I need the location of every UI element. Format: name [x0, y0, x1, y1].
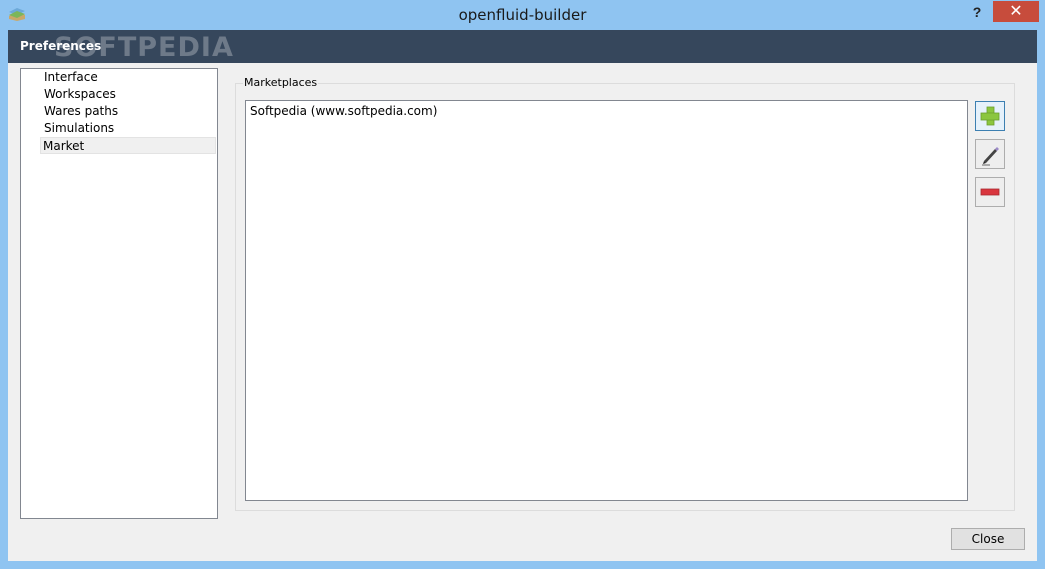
marketplaces-list[interactable]: Softpedia (www.softpedia.com): [245, 100, 968, 501]
window-title: openfluid-builder: [458, 6, 587, 24]
pencil-icon: [982, 147, 999, 166]
edit-marketplace-button[interactable]: [975, 139, 1005, 169]
page-title: Preferences: [20, 39, 102, 53]
minus-icon: [980, 188, 1000, 196]
nav-item-workspaces[interactable]: Workspaces: [42, 86, 218, 103]
help-button[interactable]: ?: [966, 4, 988, 22]
preferences-nav-list[interactable]: Interface Workspaces Wares paths Simulat…: [20, 68, 218, 519]
close-button[interactable]: Close: [951, 528, 1025, 550]
nav-item-interface[interactable]: Interface: [42, 69, 218, 86]
marketplaces-group-label: Marketplaces: [243, 76, 319, 89]
plus-icon: [980, 106, 1000, 126]
remove-marketplace-button[interactable]: [975, 177, 1005, 207]
list-item[interactable]: Softpedia (www.softpedia.com): [250, 104, 437, 118]
nav-item-wares-paths[interactable]: Wares paths: [42, 103, 218, 120]
nav-item-market[interactable]: Market: [40, 137, 216, 154]
preferences-dialog: SOFTPEDIA Preferences Interface Workspac…: [8, 30, 1037, 561]
preferences-header: SOFTPEDIA Preferences: [8, 30, 1037, 63]
nav-item-simulations[interactable]: Simulations: [42, 120, 218, 137]
window-close-button[interactable]: ✕: [993, 1, 1039, 22]
window-frame: openfluid-builder ? ✕ SOFTPEDIA Preferen…: [0, 0, 1045, 569]
title-bar[interactable]: openfluid-builder ? ✕: [0, 0, 1045, 30]
add-marketplace-button[interactable]: [975, 101, 1005, 131]
